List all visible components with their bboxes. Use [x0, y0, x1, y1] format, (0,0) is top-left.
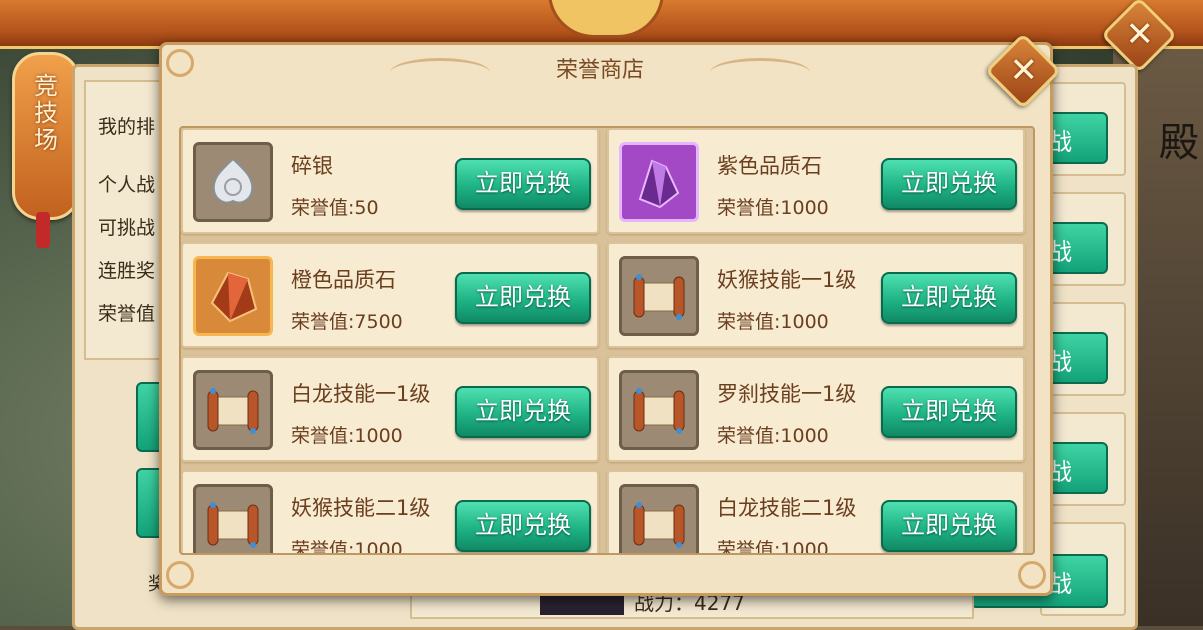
shop-item-card: 白龙技能二1级 荣誉值:1000 立即兑换 — [607, 470, 1025, 555]
redeem-button[interactable]: 立即兑换 — [455, 272, 591, 324]
shop-item-card: 白龙技能一1级 荣誉值:1000 立即兑换 — [181, 356, 599, 462]
shop-item-card: 橙色品质石 荣誉值:7500 立即兑换 — [181, 242, 599, 348]
item-name: 紫色品质石 — [717, 154, 822, 178]
redeem-button[interactable]: 立即兑换 — [455, 386, 591, 438]
palace-sign: 殿 — [1159, 120, 1199, 166]
shop-item-card: 妖猴技能二1级 荣誉值:1000 立即兑换 — [181, 470, 599, 555]
dialog-corner-ornament — [166, 49, 194, 77]
redeem-button[interactable]: 立即兑换 — [455, 158, 591, 210]
item-price: 荣誉值:7500 — [291, 311, 403, 333]
redeem-button[interactable]: 立即兑换 — [455, 500, 591, 552]
shop-item-card: 罗刹技能一1级 荣誉值:1000 立即兑换 — [607, 356, 1025, 462]
scroll-icon — [619, 370, 699, 450]
shop-item-card: 紫色品质石 荣誉值:1000 立即兑换 — [607, 128, 1025, 234]
info-line-rank: 我的排 — [98, 116, 156, 138]
dialog-title-bar: 荣誉商店 — [360, 46, 840, 96]
item-price: 荣誉值:1000 — [291, 539, 403, 555]
info-line-challenge: 可挑战 — [98, 217, 156, 239]
scroll-icon — [619, 256, 699, 336]
item-price: 荣誉值:50 — [291, 197, 379, 219]
item-name: 妖猴技能二1级 — [291, 496, 431, 520]
item-price: 荣誉值:1000 — [717, 311, 829, 333]
item-name: 橙色品质石 — [291, 268, 396, 292]
info-line-honor: 荣誉值 — [98, 303, 156, 325]
item-name: 妖猴技能一1级 — [717, 268, 857, 292]
redeem-button[interactable]: 立即兑换 — [881, 158, 1017, 210]
item-price: 荣誉值:1000 — [291, 425, 403, 447]
shop-item-list[interactable]: 碎银 荣誉值:50 立即兑换 紫色品质石 荣誉值:1000 立即兑换 橙色品质石… — [179, 126, 1035, 555]
banner-ornament — [548, 0, 664, 38]
tassel-ornament — [36, 212, 50, 248]
arena-tab[interactable]: 竞技场 — [12, 52, 80, 220]
info-line-streak: 连胜奖 — [98, 260, 156, 282]
item-name: 罗刹技能一1级 — [717, 382, 857, 406]
redeem-button[interactable]: 立即兑换 — [881, 272, 1017, 324]
item-name: 白龙技能一1级 — [291, 382, 431, 406]
orange-crystal-icon — [193, 256, 273, 336]
scroll-icon — [619, 484, 699, 553]
purple-crystal-icon — [619, 142, 699, 222]
item-price: 荣誉值:1000 — [717, 425, 829, 447]
dialog-corner-ornament — [166, 561, 194, 589]
info-line-battle: 个人战 — [98, 174, 156, 196]
redeem-button[interactable]: 立即兑换 — [881, 386, 1017, 438]
silver-ingot-icon — [193, 142, 273, 222]
scroll-icon — [193, 484, 273, 553]
shop-item-card: 碎银 荣誉值:50 立即兑换 — [181, 128, 599, 234]
dialog-corner-ornament — [1018, 561, 1046, 589]
item-price: 荣誉值:1000 — [717, 197, 829, 219]
shop-item-card: 妖猴技能一1级 荣誉值:1000 立即兑换 — [607, 242, 1025, 348]
dialog-title: 荣誉商店 — [555, 58, 644, 83]
arena-tab-label: 竞技场 — [34, 72, 58, 154]
item-price: 荣誉值:1000 — [717, 539, 829, 555]
scroll-icon — [193, 370, 273, 450]
item-name: 白龙技能二1级 — [717, 496, 857, 520]
redeem-button[interactable]: 立即兑换 — [881, 500, 1017, 552]
item-name: 碎银 — [291, 154, 333, 178]
